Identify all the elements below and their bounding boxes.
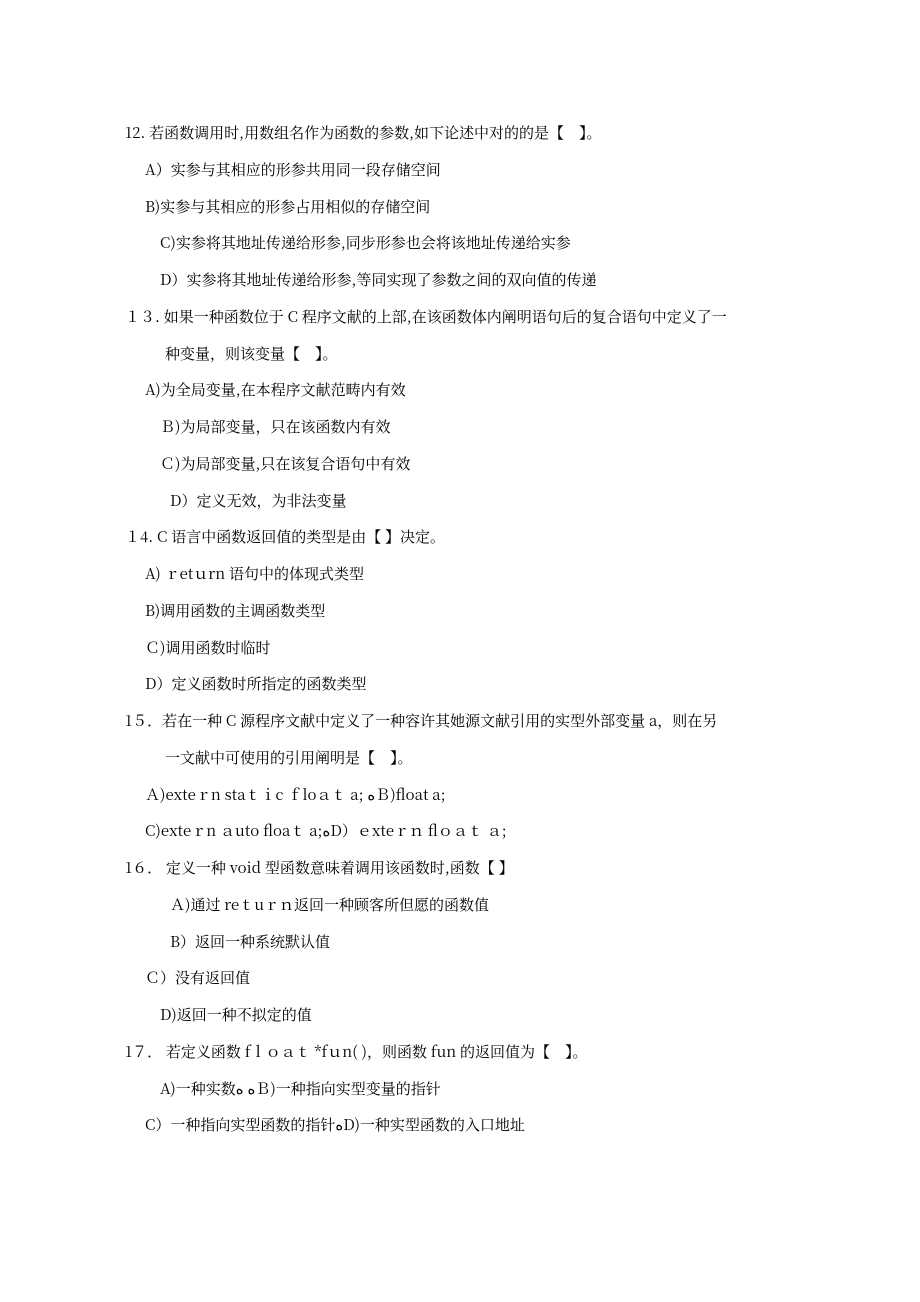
question-13-option-c: Ｃ)为局部变量,只在该复合语句中有效 — [125, 446, 800, 483]
question-12-option-d: D）实参将其地址传递给形参,等同实现了参数之间的双向值的传递 — [125, 262, 800, 299]
question-17-stem: 1７． 若定义函数 fｌｏａｔ *fｕn( )，则函数 fun 的返回值为【 】… — [125, 1034, 800, 1071]
question-13-stem: １３. 如果一种函数位于 C 程序文献的上部,在该函数体内阐明语句后的复合语句中… — [125, 299, 800, 336]
question-14-option-b: B)调用函数的主调函数类型 — [125, 593, 800, 630]
question-16-option-c: Ｃ）没有返回值 — [125, 960, 800, 997]
question-16-option-a: Ａ)通过 reｔuｒｎ返回一种顾客所但愿的函数值 — [125, 887, 800, 924]
question-15-option-ab: Ａ)exteｒn staｔｉc ｆloａｔ a; ﻩＢ)float a; — [125, 777, 800, 814]
question-14-stem: １4. C 语言中函数返回值的类型是由【 】决定。 — [125, 519, 800, 556]
question-15-option-cd: C)exteｒn ａuto floaｔ a;ﻩD）ｅxteｒｎ flｏａｔ ａ; — [125, 813, 800, 850]
question-14-option-d: D）定义函数时所指定的函数类型 — [125, 666, 800, 703]
question-14-option-a: A) ｒetｕrn 语句中的体现式类型 — [125, 556, 800, 593]
question-12-option-c: C)实参将其地址传递给形参,同步形参也会将该地址传递给实参 — [125, 225, 800, 262]
question-12-stem: 12. 若函数调用时,用数组名作为函数的参数,如下论述中对的的是【 】。 — [125, 115, 800, 152]
question-14-option-c: Ｃ)调用函数时临时 — [125, 630, 800, 667]
question-12-option-a: A）实参与其相应的形参共用同一段存储空间 — [125, 152, 800, 189]
question-13-option-a: A)为全局变量,在本程序文献范畴内有效 — [125, 372, 800, 409]
question-13-option-d: D）定义无效，为非法变量 — [125, 483, 800, 520]
question-16-option-b: B）返回一种系统默认值 — [125, 924, 800, 961]
question-17-option-cd: C）一种指向实型函数的指针ﻩD)一种实型函数的入口地址 — [125, 1107, 800, 1144]
question-15-stem-cont: 一文献中可使用的引用阐明是【 】。 — [125, 740, 800, 777]
question-12-option-b: B)实参与其相应的形参占用相似的存储空间 — [125, 189, 800, 226]
question-15-stem: 1５．若在一种 C 源程序文献中定义了一种容许其她源文献引用的实型外部变量 a，… — [125, 703, 800, 740]
question-13-stem-cont: 种变量，则该变量【 】。 — [125, 336, 800, 373]
document-page: 12. 若函数调用时,用数组名作为函数的参数,如下论述中对的的是【 】。 A）实… — [0, 0, 920, 1302]
question-13-option-b: Ｂ)为局部变量，只在该函数内有效 — [125, 409, 800, 446]
question-16-option-d: D)返回一种不拟定的值 — [125, 997, 800, 1034]
question-16-stem: 1６． 定义一种 void 型函数意味着调用该函数时,函数【 】 — [125, 850, 800, 887]
question-17-option-ab: A)一种实数ﻩ ﻩＢ)一种指向实型变量的指针 — [125, 1071, 800, 1108]
